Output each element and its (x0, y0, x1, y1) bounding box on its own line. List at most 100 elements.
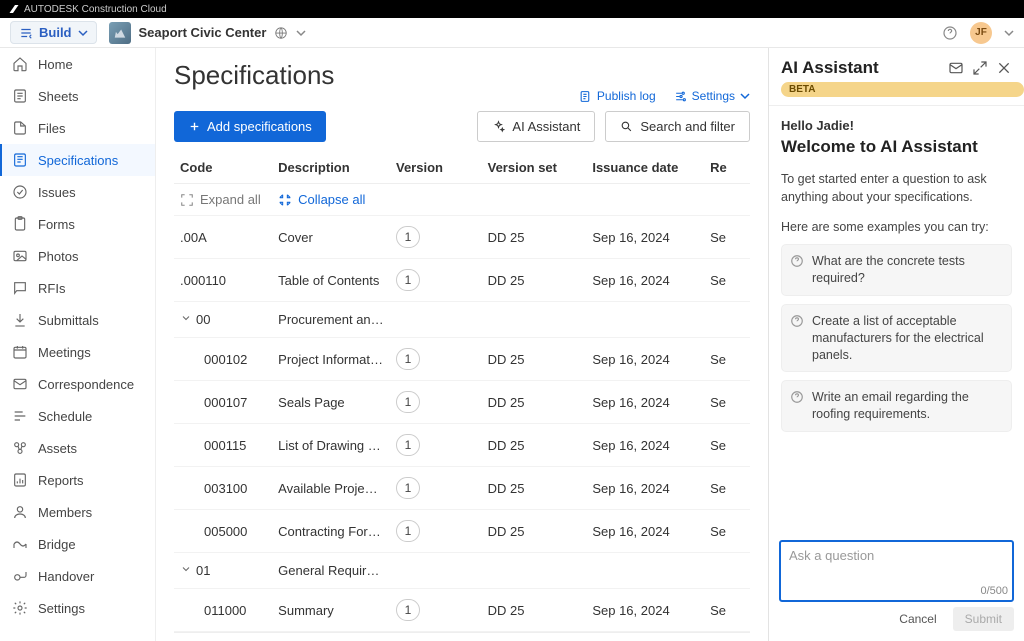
globe-icon (274, 26, 288, 40)
sidebar-item-label: Reports (38, 473, 84, 488)
suggestion-item[interactable]: Write an email regarding the roofing req… (781, 380, 1012, 432)
log-icon (579, 90, 592, 103)
chevron-down-icon[interactable] (180, 312, 192, 324)
sidebar-item-label: Photos (38, 249, 78, 264)
handover-icon (12, 568, 28, 584)
chevron-down-icon (296, 28, 306, 38)
suggestion-item[interactable]: What are the concrete tests required? (781, 244, 1012, 296)
forms-icon (12, 216, 28, 232)
col-version-set[interactable]: Version set (482, 152, 587, 184)
sidebar-item-label: Assets (38, 441, 77, 456)
help-icon[interactable] (942, 25, 958, 41)
sidebar-item-home[interactable]: Home (0, 48, 155, 80)
sidebar-item-label: Files (38, 121, 65, 136)
panel-title: AI Assistant (781, 58, 940, 78)
sidebar-item-assets[interactable]: Assets (0, 432, 155, 464)
add-specifications-button[interactable]: Add specifications (174, 111, 326, 142)
sidebar-item-issues[interactable]: Issues (0, 176, 155, 208)
build-menu-button[interactable]: Build (10, 21, 97, 44)
ai-assistant-button[interactable]: AI Assistant (477, 111, 595, 142)
question-icon (790, 254, 804, 268)
sidebar-item-label: Handover (38, 569, 94, 584)
sidebar-item-meetings[interactable]: Meetings (0, 336, 155, 368)
sliders-icon (674, 90, 687, 103)
submittals-icon (12, 312, 28, 328)
chevron-down-icon[interactable] (180, 563, 192, 575)
files-icon (12, 120, 28, 136)
suggestion-item[interactable]: Create a list of acceptable manufacturer… (781, 304, 1012, 373)
page-title: Specifications (174, 60, 750, 91)
version-pill[interactable]: 1 (396, 226, 420, 248)
mail-icon[interactable] (948, 60, 964, 76)
group-row[interactable]: 00Procurement and… (174, 302, 750, 338)
assets-icon (12, 440, 28, 456)
version-pill[interactable]: 1 (396, 599, 420, 621)
specifications-icon (12, 152, 28, 168)
sidebar-item-files[interactable]: Files (0, 112, 155, 144)
sidebar-item-submittals[interactable]: Submittals (0, 304, 155, 336)
cancel-button[interactable]: Cancel (893, 607, 942, 631)
question-icon (790, 390, 804, 404)
table-row[interactable]: .00ACover1DD 25Sep 16, 2024Se (174, 216, 750, 259)
sidebar-item-specifications[interactable]: Specifications (0, 144, 155, 176)
version-pill[interactable]: 1 (396, 520, 420, 542)
beta-badge: BETA (781, 82, 1024, 97)
sidebar-item-schedule[interactable]: Schedule (0, 400, 155, 432)
sidebar-item-label: Meetings (38, 345, 91, 360)
sidebar-item-forms[interactable]: Forms (0, 208, 155, 240)
table-row[interactable]: 003100Available Project …1DD 25Sep 16, 2… (174, 467, 750, 510)
table-row[interactable]: 000115List of Drawing S…1DD 25Sep 16, 20… (174, 424, 750, 467)
table-row[interactable]: .000110Table of Contents1DD 25Sep 16, 20… (174, 259, 750, 302)
group-row[interactable]: 01General Require… (174, 553, 750, 589)
autodesk-logo: AUTODESK Construction Cloud (8, 3, 167, 15)
photos-icon (12, 248, 28, 264)
sidebar-item-reports[interactable]: Reports (0, 464, 155, 496)
search-icon (620, 120, 633, 133)
user-avatar[interactable]: JF (970, 22, 992, 44)
close-icon[interactable] (996, 60, 1012, 76)
project-selector[interactable]: Seaport Civic Center (109, 22, 307, 44)
char-count: 0/500 (779, 585, 1008, 597)
table-row[interactable]: 005000Contracting Form…1DD 25Sep 16, 202… (174, 510, 750, 553)
version-pill[interactable]: 1 (396, 348, 420, 370)
table-row[interactable]: 000102Project Informati…1DD 25Sep 16, 20… (174, 338, 750, 381)
expand-all-button[interactable]: Expand all (180, 192, 266, 207)
sidebar-item-correspondence[interactable]: Correspondence (0, 368, 155, 400)
col-description[interactable]: Description (272, 152, 390, 184)
col-issuance-date[interactable]: Issuance date (586, 152, 704, 184)
expand-panel-icon[interactable] (972, 60, 988, 76)
sidebar-item-settings[interactable]: Settings (0, 592, 155, 624)
header-bar: Build Seaport Civic Center JF (0, 18, 1024, 48)
settings-link[interactable]: Settings (674, 89, 750, 103)
correspondence-icon (12, 376, 28, 392)
sidebar-item-label: RFIs (38, 281, 65, 296)
version-pill[interactable]: 1 (396, 391, 420, 413)
submit-button[interactable]: Submit (953, 607, 1014, 631)
search-filter-button[interactable]: Search and filter (605, 111, 750, 142)
user-menu-chevron-icon[interactable] (1004, 28, 1014, 38)
table-row[interactable]: 000107Seals Page1DD 25Sep 16, 2024Se (174, 381, 750, 424)
meetings-icon (12, 344, 28, 360)
collapse-icon (278, 193, 292, 207)
sidebar-item-sheets[interactable]: Sheets (0, 80, 155, 112)
build-label: Build (39, 25, 72, 40)
sidebar-item-photos[interactable]: Photos (0, 240, 155, 272)
suggestion-text: What are the concrete tests required? (812, 253, 1003, 287)
plus-icon (188, 120, 201, 133)
version-pill[interactable]: 1 (396, 477, 420, 499)
publish-log-link[interactable]: Publish log (579, 89, 656, 103)
product-name: AUTODESK Construction Cloud (24, 4, 167, 15)
table-row[interactable]: 011000Summary1DD 25Sep 16, 2024Se (174, 589, 750, 632)
sidebar-item-members[interactable]: Members (0, 496, 155, 528)
sidebar-item-rfis[interactable]: RFIs (0, 272, 155, 304)
version-pill[interactable]: 1 (396, 269, 420, 291)
col-truncated[interactable]: Re (704, 152, 750, 184)
sidebar-item-bridge[interactable]: Bridge (0, 528, 155, 560)
rfis-icon (12, 280, 28, 296)
col-version[interactable]: Version (390, 152, 482, 184)
col-code[interactable]: Code (174, 152, 272, 184)
sidebar-item-handover[interactable]: Handover (0, 560, 155, 592)
sparkle-icon (492, 120, 505, 133)
version-pill[interactable]: 1 (396, 434, 420, 456)
collapse-all-button[interactable]: Collapse all (278, 192, 744, 207)
